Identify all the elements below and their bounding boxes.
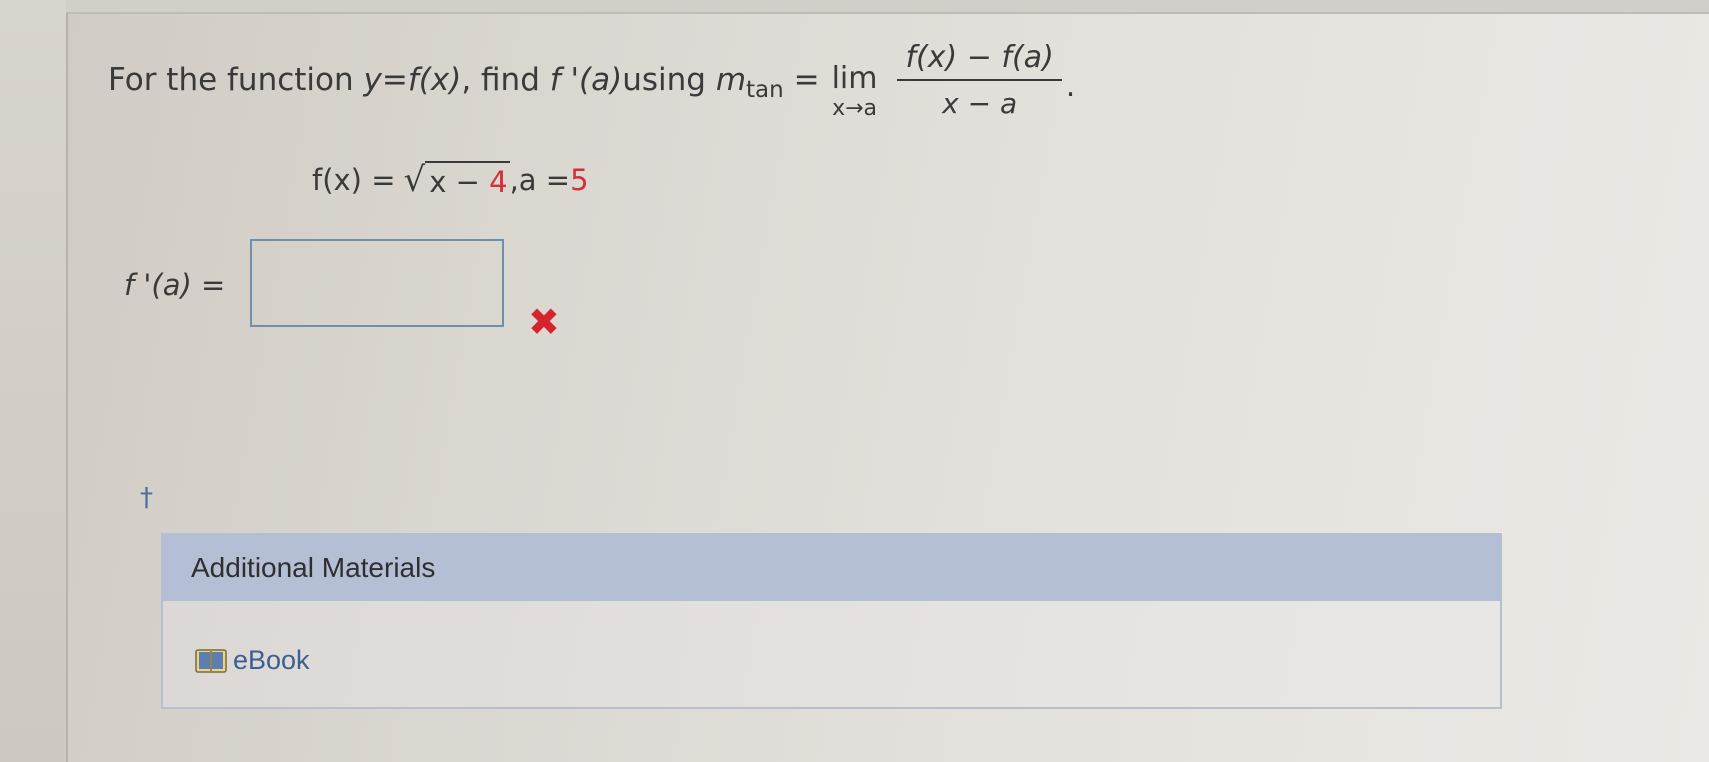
- prompt-m: m: [715, 62, 747, 98]
- prompt-prefix: For the function: [108, 62, 354, 98]
- page-top-strip: [0, 0, 1709, 12]
- prompt-mid: , find: [461, 62, 540, 98]
- radicand-number: 4: [489, 165, 508, 199]
- function-lhs: f(x) =: [312, 163, 396, 197]
- limit-operator: lim x→a: [832, 62, 878, 122]
- limit-word: lim: [831, 61, 878, 96]
- book-icon: [195, 648, 227, 673]
- question-prompt: For the function y = f(x), find f '(a) u…: [108, 40, 1076, 122]
- x-mark-icon: ✖: [528, 300, 560, 344]
- prompt-y: y: [363, 62, 382, 98]
- page-left-margin: [0, 0, 66, 762]
- prompt-period: .: [1065, 68, 1076, 104]
- additional-materials-title: Additional Materials: [191, 552, 436, 583]
- prompt-eq1: =: [381, 62, 408, 98]
- prompt-eq2: =: [793, 62, 820, 98]
- a-label: a =: [518, 163, 571, 197]
- additional-materials-header: Additional Materials: [163, 535, 1500, 601]
- radicand: x − 4: [425, 161, 510, 199]
- answer-label-text: f '(a): [124, 268, 192, 302]
- answer-label-eq: =: [191, 268, 226, 302]
- prompt-fx: f(x): [407, 62, 462, 98]
- answer-input[interactable]: [250, 239, 504, 327]
- ebook-label: eBook: [233, 645, 310, 675]
- a-value: 5: [570, 163, 589, 197]
- limit-subscript: x→a: [832, 96, 877, 121]
- difference-quotient: f(x) − f(a) x − a: [897, 40, 1062, 120]
- fraction-numerator: f(x) − f(a): [897, 40, 1062, 81]
- answer-label: f '(a) =: [124, 268, 225, 302]
- function-comma: ,: [509, 163, 519, 197]
- additional-materials-box: Additional Materials eBook: [161, 533, 1502, 709]
- prompt-fprime: f '(a): [549, 62, 623, 98]
- prompt-tan-subscript: tan: [746, 77, 784, 103]
- ebook-link[interactable]: eBook: [195, 645, 310, 676]
- square-root-icon: √: [403, 160, 426, 200]
- prompt-using: using: [622, 62, 706, 98]
- fraction-denominator: x − a: [942, 87, 1018, 120]
- footnote-dagger: †: [140, 483, 153, 513]
- radicand-x: x −: [429, 165, 490, 199]
- function-definition: f(x) = √ x − 4, a = 5: [312, 160, 589, 200]
